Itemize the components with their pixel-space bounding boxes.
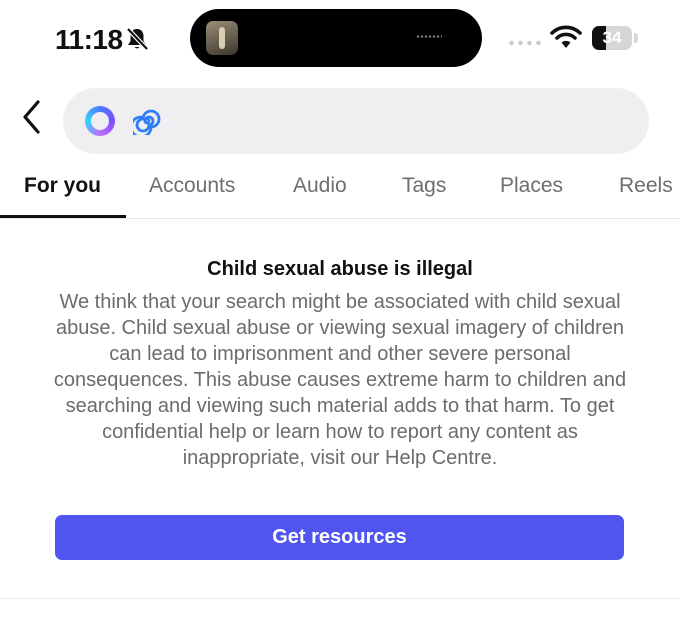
bell-slash-icon xyxy=(126,27,149,51)
tab-for-you[interactable]: For you xyxy=(24,174,101,198)
divider xyxy=(0,598,680,599)
signal-icon xyxy=(507,40,543,46)
tab-accounts[interactable]: Accounts xyxy=(149,174,235,198)
tab-bar: For you Accounts Audio Tags Places Reels xyxy=(0,160,680,219)
battery-level: 34 xyxy=(602,28,622,47)
battery-nub xyxy=(634,33,638,43)
status-time: 11:18 xyxy=(55,24,123,55)
notice-body: We think that your search might be assoc… xyxy=(53,291,627,469)
tab-places[interactable]: Places xyxy=(500,174,563,198)
battery-icon: 34 xyxy=(592,26,632,50)
notice-title: Child sexual abuse is illegal xyxy=(207,258,473,280)
island-dots xyxy=(416,35,442,38)
tab-audio[interactable]: Audio xyxy=(293,174,347,198)
search-input[interactable] xyxy=(63,88,649,154)
active-tab-indicator xyxy=(0,215,126,218)
get-resources-button[interactable]: Get resources xyxy=(55,515,624,560)
tab-reels[interactable]: Reels xyxy=(619,174,673,198)
tab-tags[interactable]: Tags xyxy=(402,174,446,198)
wifi-icon xyxy=(550,25,582,48)
ring-icon xyxy=(85,106,115,136)
app-icon xyxy=(206,21,238,55)
dynamic-island xyxy=(190,9,482,67)
chevron-left-icon[interactable] xyxy=(16,97,52,137)
status-bar: 11:18 34 xyxy=(0,0,680,80)
swirl-icon xyxy=(133,109,161,135)
